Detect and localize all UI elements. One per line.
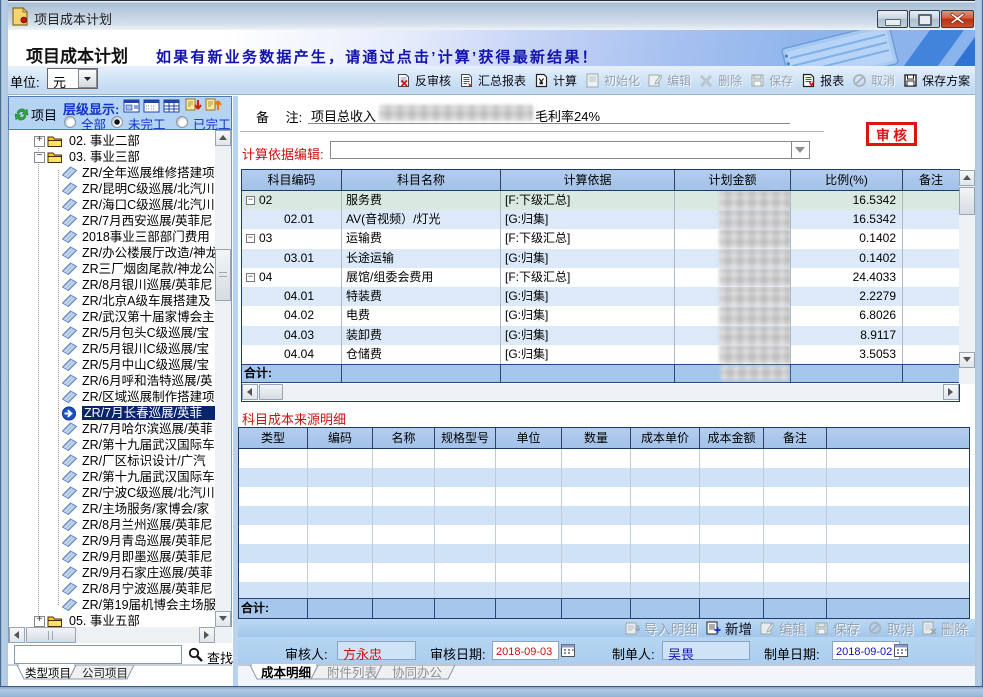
svg-text:协同办公: 协同办公 bbox=[392, 665, 443, 680]
svg-text:公司项目: 公司项目 bbox=[82, 667, 128, 680]
svg-text:附件列表: 附件列表 bbox=[327, 666, 378, 680]
svg-text:类型项目: 类型项目 bbox=[25, 666, 71, 680]
svg-text:成本明细: 成本明细 bbox=[261, 665, 311, 680]
